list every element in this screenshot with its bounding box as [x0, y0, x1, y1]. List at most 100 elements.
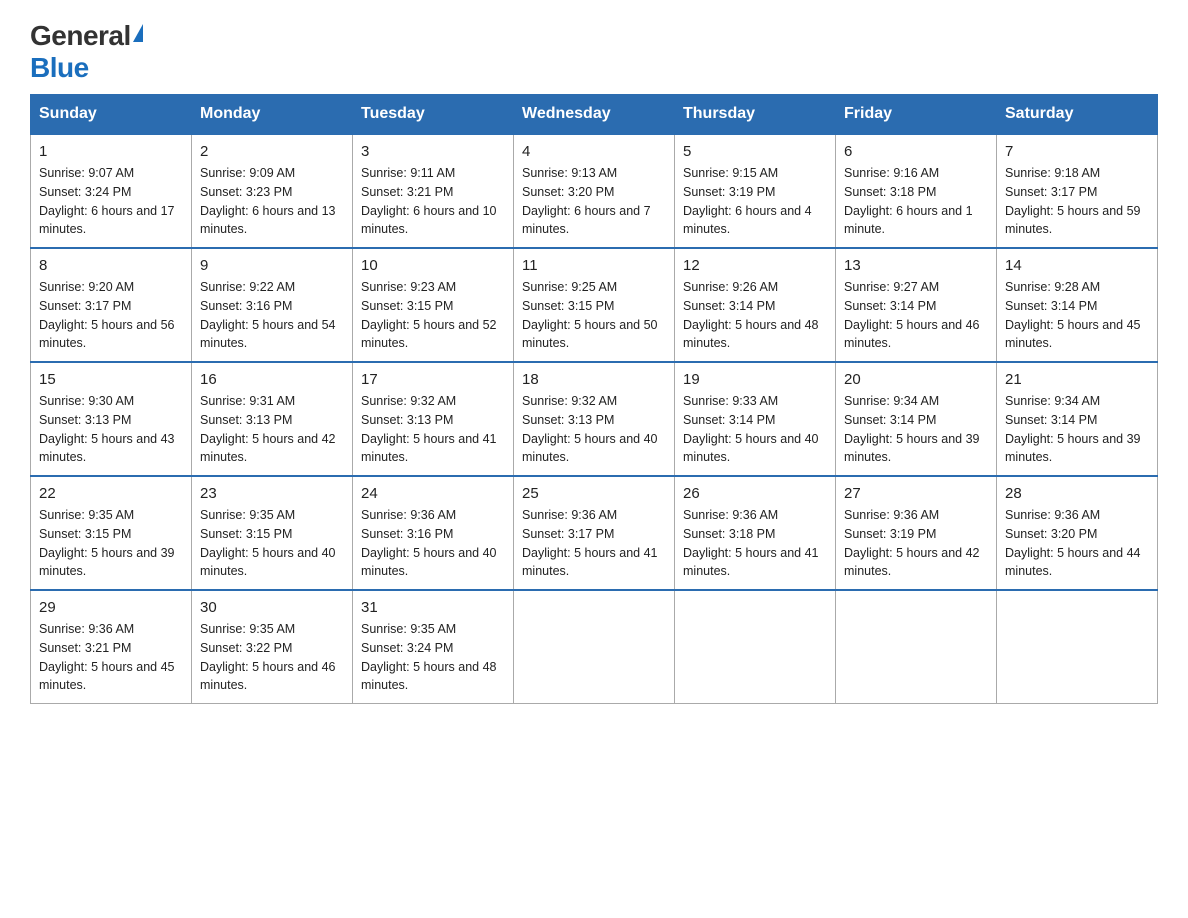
- day-number: 17: [361, 371, 505, 388]
- calendar-cell: 5 Sunrise: 9:15 AMSunset: 3:19 PMDayligh…: [675, 134, 836, 248]
- day-info: Sunrise: 9:31 AMSunset: 3:13 PMDaylight:…: [200, 394, 336, 464]
- calendar-cell: 16 Sunrise: 9:31 AMSunset: 3:13 PMDaylig…: [192, 362, 353, 476]
- calendar-header-row: SundayMondayTuesdayWednesdayThursdayFrid…: [31, 95, 1158, 135]
- calendar-body: 1 Sunrise: 9:07 AMSunset: 3:24 PMDayligh…: [31, 134, 1158, 704]
- calendar-week-row: 15 Sunrise: 9:30 AMSunset: 3:13 PMDaylig…: [31, 362, 1158, 476]
- day-info: Sunrise: 9:27 AMSunset: 3:14 PMDaylight:…: [844, 280, 980, 350]
- day-info: Sunrise: 9:36 AMSunset: 3:17 PMDaylight:…: [522, 508, 658, 578]
- calendar-cell: 24 Sunrise: 9:36 AMSunset: 3:16 PMDaylig…: [353, 476, 514, 590]
- calendar-cell: 15 Sunrise: 9:30 AMSunset: 3:13 PMDaylig…: [31, 362, 192, 476]
- day-info: Sunrise: 9:34 AMSunset: 3:14 PMDaylight:…: [844, 394, 980, 464]
- calendar-cell: 31 Sunrise: 9:35 AMSunset: 3:24 PMDaylig…: [353, 590, 514, 704]
- day-info: Sunrise: 9:34 AMSunset: 3:14 PMDaylight:…: [1005, 394, 1141, 464]
- day-number: 24: [361, 485, 505, 502]
- day-info: Sunrise: 9:11 AMSunset: 3:21 PMDaylight:…: [361, 166, 497, 236]
- day-info: Sunrise: 9:36 AMSunset: 3:18 PMDaylight:…: [683, 508, 819, 578]
- day-info: Sunrise: 9:13 AMSunset: 3:20 PMDaylight:…: [522, 166, 651, 236]
- column-header-monday: Monday: [192, 95, 353, 135]
- calendar-cell: 12 Sunrise: 9:26 AMSunset: 3:14 PMDaylig…: [675, 248, 836, 362]
- day-number: 13: [844, 257, 988, 274]
- day-number: 8: [39, 257, 183, 274]
- column-header-wednesday: Wednesday: [514, 95, 675, 135]
- day-number: 7: [1005, 143, 1149, 160]
- day-number: 25: [522, 485, 666, 502]
- day-info: Sunrise: 9:22 AMSunset: 3:16 PMDaylight:…: [200, 280, 336, 350]
- calendar-week-row: 22 Sunrise: 9:35 AMSunset: 3:15 PMDaylig…: [31, 476, 1158, 590]
- day-number: 6: [844, 143, 988, 160]
- day-info: Sunrise: 9:36 AMSunset: 3:20 PMDaylight:…: [1005, 508, 1141, 578]
- calendar-cell: 14 Sunrise: 9:28 AMSunset: 3:14 PMDaylig…: [997, 248, 1158, 362]
- column-header-tuesday: Tuesday: [353, 95, 514, 135]
- day-info: Sunrise: 9:36 AMSunset: 3:19 PMDaylight:…: [844, 508, 980, 578]
- day-number: 12: [683, 257, 827, 274]
- calendar-header: SundayMondayTuesdayWednesdayThursdayFrid…: [31, 95, 1158, 135]
- day-info: Sunrise: 9:35 AMSunset: 3:24 PMDaylight:…: [361, 622, 497, 692]
- calendar-cell: 2 Sunrise: 9:09 AMSunset: 3:23 PMDayligh…: [192, 134, 353, 248]
- day-info: Sunrise: 9:07 AMSunset: 3:24 PMDaylight:…: [39, 166, 175, 236]
- day-info: Sunrise: 9:16 AMSunset: 3:18 PMDaylight:…: [844, 166, 973, 236]
- calendar-cell: [514, 590, 675, 704]
- logo-blue-text: Blue: [30, 52, 89, 84]
- logo: General Blue: [30, 20, 143, 84]
- day-info: Sunrise: 9:33 AMSunset: 3:14 PMDaylight:…: [683, 394, 819, 464]
- calendar-cell: 13 Sunrise: 9:27 AMSunset: 3:14 PMDaylig…: [836, 248, 997, 362]
- day-number: 21: [1005, 371, 1149, 388]
- calendar-cell: [675, 590, 836, 704]
- calendar-cell: 23 Sunrise: 9:35 AMSunset: 3:15 PMDaylig…: [192, 476, 353, 590]
- day-info: Sunrise: 9:30 AMSunset: 3:13 PMDaylight:…: [39, 394, 175, 464]
- calendar-cell: 17 Sunrise: 9:32 AMSunset: 3:13 PMDaylig…: [353, 362, 514, 476]
- day-info: Sunrise: 9:25 AMSunset: 3:15 PMDaylight:…: [522, 280, 658, 350]
- day-number: 26: [683, 485, 827, 502]
- day-info: Sunrise: 9:32 AMSunset: 3:13 PMDaylight:…: [522, 394, 658, 464]
- column-header-friday: Friday: [836, 95, 997, 135]
- day-info: Sunrise: 9:15 AMSunset: 3:19 PMDaylight:…: [683, 166, 812, 236]
- day-info: Sunrise: 9:36 AMSunset: 3:21 PMDaylight:…: [39, 622, 175, 692]
- column-header-thursday: Thursday: [675, 95, 836, 135]
- calendar-week-row: 8 Sunrise: 9:20 AMSunset: 3:17 PMDayligh…: [31, 248, 1158, 362]
- calendar-cell: 20 Sunrise: 9:34 AMSunset: 3:14 PMDaylig…: [836, 362, 997, 476]
- day-info: Sunrise: 9:32 AMSunset: 3:13 PMDaylight:…: [361, 394, 497, 464]
- day-number: 14: [1005, 257, 1149, 274]
- day-number: 2: [200, 143, 344, 160]
- calendar-cell: 10 Sunrise: 9:23 AMSunset: 3:15 PMDaylig…: [353, 248, 514, 362]
- calendar-cell: 22 Sunrise: 9:35 AMSunset: 3:15 PMDaylig…: [31, 476, 192, 590]
- day-info: Sunrise: 9:23 AMSunset: 3:15 PMDaylight:…: [361, 280, 497, 350]
- day-number: 11: [522, 257, 666, 274]
- column-header-sunday: Sunday: [31, 95, 192, 135]
- day-number: 31: [361, 599, 505, 616]
- day-number: 3: [361, 143, 505, 160]
- day-info: Sunrise: 9:26 AMSunset: 3:14 PMDaylight:…: [683, 280, 819, 350]
- day-info: Sunrise: 9:28 AMSunset: 3:14 PMDaylight:…: [1005, 280, 1141, 350]
- calendar-cell: 6 Sunrise: 9:16 AMSunset: 3:18 PMDayligh…: [836, 134, 997, 248]
- calendar-cell: 28 Sunrise: 9:36 AMSunset: 3:20 PMDaylig…: [997, 476, 1158, 590]
- day-number: 22: [39, 485, 183, 502]
- day-number: 5: [683, 143, 827, 160]
- day-info: Sunrise: 9:35 AMSunset: 3:15 PMDaylight:…: [39, 508, 175, 578]
- calendar-cell: 9 Sunrise: 9:22 AMSunset: 3:16 PMDayligh…: [192, 248, 353, 362]
- day-number: 20: [844, 371, 988, 388]
- calendar-cell: [836, 590, 997, 704]
- calendar-cell: 27 Sunrise: 9:36 AMSunset: 3:19 PMDaylig…: [836, 476, 997, 590]
- day-info: Sunrise: 9:35 AMSunset: 3:15 PMDaylight:…: [200, 508, 336, 578]
- day-info: Sunrise: 9:20 AMSunset: 3:17 PMDaylight:…: [39, 280, 175, 350]
- column-header-saturday: Saturday: [997, 95, 1158, 135]
- calendar-table: SundayMondayTuesdayWednesdayThursdayFrid…: [30, 94, 1158, 704]
- calendar-week-row: 1 Sunrise: 9:07 AMSunset: 3:24 PMDayligh…: [31, 134, 1158, 248]
- day-info: Sunrise: 9:36 AMSunset: 3:16 PMDaylight:…: [361, 508, 497, 578]
- logo-triangle-icon: [133, 24, 143, 42]
- calendar-cell: [997, 590, 1158, 704]
- day-number: 23: [200, 485, 344, 502]
- calendar-cell: 11 Sunrise: 9:25 AMSunset: 3:15 PMDaylig…: [514, 248, 675, 362]
- calendar-cell: 26 Sunrise: 9:36 AMSunset: 3:18 PMDaylig…: [675, 476, 836, 590]
- calendar-cell: 4 Sunrise: 9:13 AMSunset: 3:20 PMDayligh…: [514, 134, 675, 248]
- day-number: 28: [1005, 485, 1149, 502]
- calendar-cell: 1 Sunrise: 9:07 AMSunset: 3:24 PMDayligh…: [31, 134, 192, 248]
- calendar-cell: 30 Sunrise: 9:35 AMSunset: 3:22 PMDaylig…: [192, 590, 353, 704]
- day-number: 15: [39, 371, 183, 388]
- day-number: 4: [522, 143, 666, 160]
- day-number: 30: [200, 599, 344, 616]
- calendar-cell: 29 Sunrise: 9:36 AMSunset: 3:21 PMDaylig…: [31, 590, 192, 704]
- day-info: Sunrise: 9:35 AMSunset: 3:22 PMDaylight:…: [200, 622, 336, 692]
- day-number: 1: [39, 143, 183, 160]
- header: General Blue: [30, 20, 1158, 84]
